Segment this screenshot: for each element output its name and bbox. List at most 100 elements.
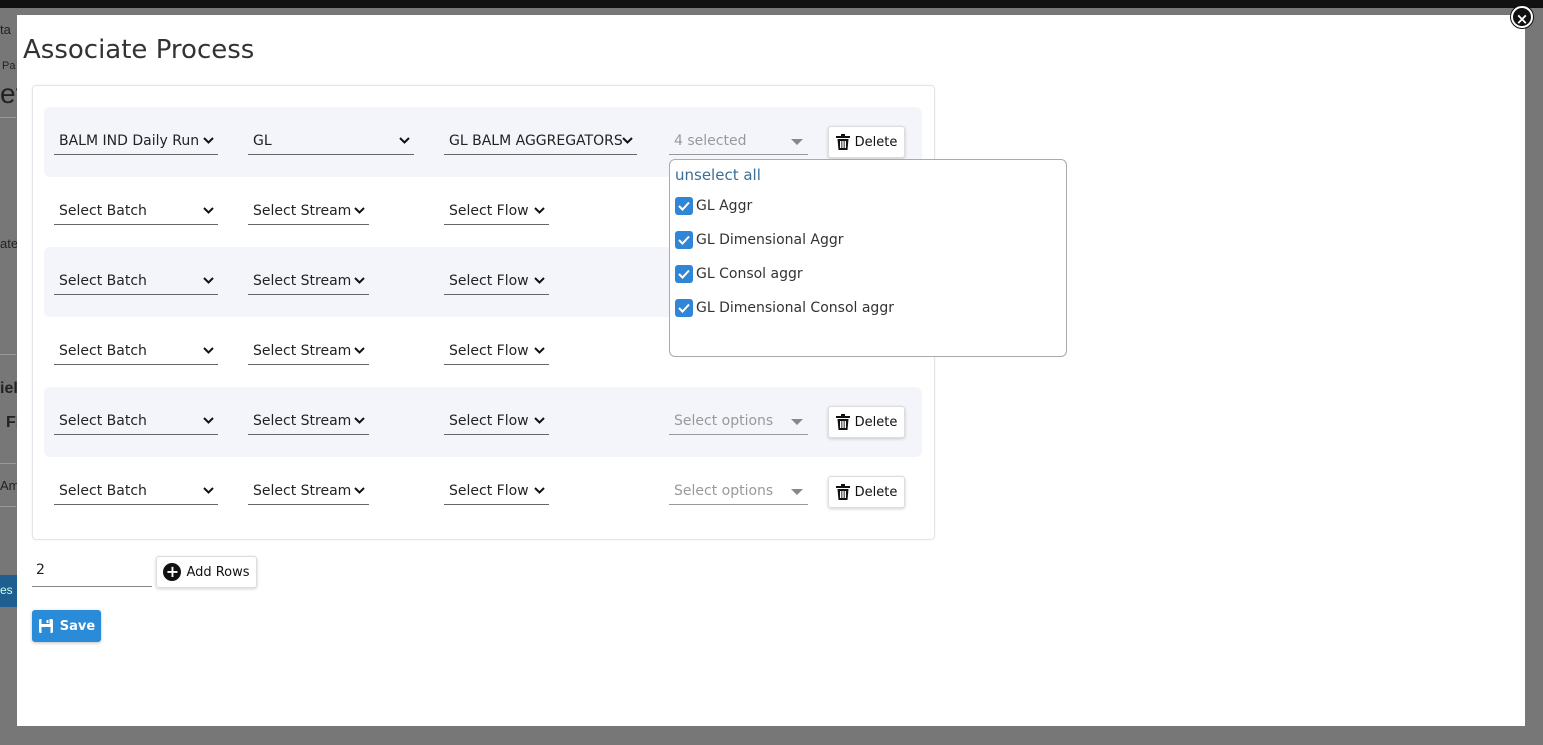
options-multiselect-value: 4 selected [674,133,747,149]
flow-select[interactable]: Select Flow [444,407,549,435]
checkmark-icon [678,201,690,211]
dropdown-option[interactable]: GL Dimensional Aggr [675,230,844,250]
batch-select[interactable]: Select Batch [54,477,218,505]
delete-label: Delete [854,484,898,500]
options-dropdown: unselect all GL Aggr GL Dimensional Aggr G… [669,159,1067,357]
stream-select-value: Select Stream [253,343,352,359]
chevron-down-icon [354,207,365,214]
chevron-down-icon [354,487,365,494]
checkmark-icon [678,303,690,313]
flow-select[interactable]: GL BALM AGGREGATORS [444,127,637,155]
trash-icon [835,414,850,430]
bg-fragment: Pa [2,60,16,72]
bg-divider [0,506,16,507]
bg-divider [0,354,16,355]
option-label: GL Aggr [696,198,753,214]
dropdown-option[interactable]: GL Consol aggr [675,264,803,284]
batch-select[interactable]: Select Batch [54,267,218,295]
batch-select[interactable]: Select Batch [54,407,218,435]
plus-circle-icon: + [163,563,182,581]
chevron-down-icon [534,347,545,354]
delete-row-button[interactable]: Delete [828,406,905,438]
chevron-down-icon [534,207,545,214]
chevron-down-icon [203,417,214,424]
rows-count-input[interactable] [32,554,152,587]
batch-select-value: Select Batch [59,413,147,429]
delete-label: Delete [854,134,898,150]
options-multiselect[interactable]: Select options [669,477,808,505]
batch-select-value: BALM IND Daily Run [59,133,200,149]
bg-fragment: ate [0,236,19,251]
dropdown-option[interactable]: GL Dimensional Consol aggr [675,298,894,318]
delete-row-button[interactable]: Delete [828,476,905,508]
batch-select-value: Select Batch [59,483,147,499]
bg-fragment: iel [0,380,18,397]
bg-blue-button: es [0,575,17,607]
caret-down-icon [791,139,803,145]
option-checkbox[interactable] [675,265,693,283]
flow-select[interactable]: Select Flow [444,337,549,365]
option-checkbox[interactable] [675,231,693,249]
bg-fragment: ta [0,22,11,37]
add-rows-label: Add Rows [186,564,250,580]
chevron-down-icon [534,417,545,424]
save-button[interactable]: Save [32,610,101,642]
checkmark-icon [678,269,690,279]
batch-select-value: Select Batch [59,343,147,359]
stream-select[interactable]: Select Stream [248,477,369,505]
option-label: GL Dimensional Aggr [696,232,844,248]
option-checkbox[interactable] [675,197,693,215]
stream-select-value: Select Stream [253,413,352,429]
batch-select[interactable]: Select Batch [54,197,218,225]
chevron-down-icon [399,137,410,144]
options-multiselect-value: Select options [674,483,774,499]
option-checkbox[interactable] [675,299,693,317]
chevron-down-icon [203,137,214,144]
delete-label: Delete [854,414,898,430]
modal-title: Associate Process [23,35,255,65]
chevron-down-icon [354,417,365,424]
flow-select-value: Select Flow [449,273,529,289]
close-icon[interactable]: × [1511,6,1533,28]
delete-row-button[interactable]: Delete [828,126,905,158]
batch-select[interactable]: BALM IND Daily Run [54,127,218,155]
trash-icon [835,484,850,500]
chevron-down-icon [203,347,214,354]
chevron-down-icon [354,347,365,354]
bg-divider [0,463,16,464]
add-rows-button[interactable]: + Add Rows [156,556,257,588]
option-label: GL Consol aggr [696,266,803,282]
flow-select[interactable]: Select Flow [444,197,549,225]
batch-select[interactable]: Select Batch [54,337,218,365]
stream-select[interactable]: Select Stream [248,197,369,225]
process-row: Select Batch Select Stream Select Flow Sele… [44,457,922,527]
stream-select[interactable]: Select Stream [248,337,369,365]
stream-select-value: Select Stream [253,483,352,499]
bg-divider [0,117,16,118]
options-multiselect[interactable]: 4 selected [669,127,808,155]
caret-down-icon [791,489,803,495]
option-label: GL Dimensional Consol aggr [696,300,894,316]
stream-select-value: Select Stream [253,203,352,219]
stream-select[interactable]: Select Stream [248,267,369,295]
checkmark-icon [678,235,690,245]
flow-select-value: GL BALM AGGREGATORS [449,133,623,149]
batch-select-value: Select Batch [59,273,147,289]
dropdown-option[interactable]: GL Aggr [675,196,752,216]
batch-select-value: Select Batch [59,203,147,219]
chevron-down-icon [203,277,214,284]
process-row: Select Batch Select Stream Select Flow Sele… [44,387,922,457]
floppy-disk-icon [38,619,53,633]
chevron-down-icon [203,487,214,494]
options-multiselect-value: Select options [674,413,774,429]
flow-select-value: Select Flow [449,483,529,499]
stream-select[interactable]: GL [248,127,414,155]
unselect-all-link[interactable]: unselect all [675,166,761,184]
stream-select-value: Select Stream [253,273,352,289]
caret-down-icon [791,419,803,425]
stream-select[interactable]: Select Stream [248,407,369,435]
flow-select[interactable]: Select Flow [444,477,549,505]
options-multiselect[interactable]: Select options [669,407,808,435]
flow-select[interactable]: Select Flow [444,267,549,295]
save-label: Save [59,618,96,634]
